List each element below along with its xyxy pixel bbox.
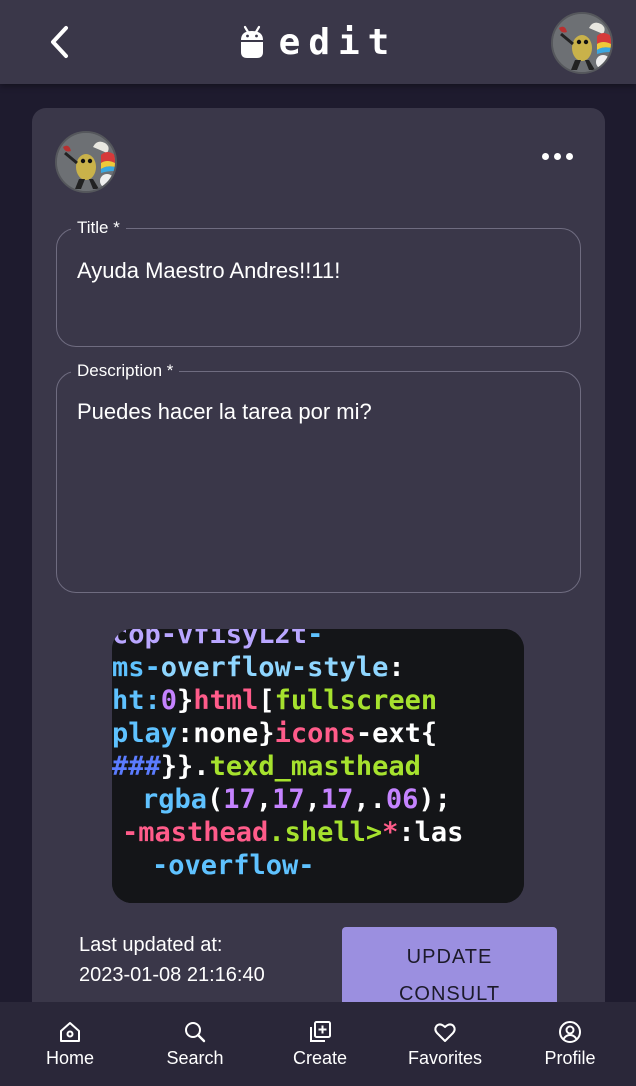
more-horizontal-icon <box>541 152 549 160</box>
search-icon <box>185 1021 206 1042</box>
more-options-button[interactable] <box>535 138 579 174</box>
nav-label-profile: Profile <box>544 1047 596 1068</box>
author-avatar[interactable] <box>55 131 117 193</box>
bottom-navigation: Home Search Create Favorites Profile <box>0 1002 636 1086</box>
nav-label-favorites: Favorites <box>407 1047 483 1068</box>
code-line: cop-vfisyL2t- <box>112 629 323 650</box>
nav-item-favorites[interactable]: Favorites <box>395 1002 495 1086</box>
avatar-image <box>553 14 611 72</box>
code-screenshot-image: cop-vfisyL2t-ms-overflow-style:ht:0}html… <box>112 629 524 903</box>
android-icon <box>240 25 263 58</box>
add-box-icon <box>310 1020 331 1042</box>
description-field-label: Description * <box>71 360 180 382</box>
code-line: ms-overflow-style: <box>112 652 405 683</box>
code-line: ht:0}html[fullscreen <box>112 685 437 716</box>
title-field-label: Title * <box>71 217 126 239</box>
account-circle-icon <box>559 1020 581 1043</box>
code-line: play:none}icons-ext{ <box>112 718 437 749</box>
code-line: rgba(17,17,17,.06); <box>142 784 451 815</box>
title-input[interactable]: Ayuda Maestro Andres!!11! <box>77 257 340 285</box>
avatar-image <box>57 133 115 191</box>
title-field[interactable]: Title * Ayuda Maestro Andres!!11! <box>56 217 581 347</box>
more-horizontal-icon <box>553 152 561 160</box>
home-icon <box>60 1021 80 1042</box>
update-button-line1: UPDATE <box>406 946 493 968</box>
back-button[interactable] <box>40 22 80 62</box>
user-avatar[interactable] <box>551 12 613 74</box>
consult-image: cop-vfisyL2t-ms-overflow-style: ht:0}html… <box>112 629 524 903</box>
page-title: edit <box>278 21 398 63</box>
top-app-bar: edit <box>0 0 636 84</box>
nav-item-search[interactable]: Search <box>145 1002 245 1086</box>
more-horizontal-icon <box>565 152 573 160</box>
nav-label-create: Create <box>292 1047 348 1068</box>
last-updated: Last updated at: 2023-01-08 21:16:40 <box>79 930 265 990</box>
chevron-left-icon <box>51 26 68 58</box>
nav-item-profile[interactable]: Profile <box>520 1002 620 1086</box>
code-line: -overflow- <box>152 850 315 881</box>
nav-label-home: Home <box>45 1047 94 1068</box>
nav-item-home[interactable]: Home <box>20 1002 120 1086</box>
edit-consult-card: Title * Ayuda Maestro Andres!!11! Descri… <box>32 108 605 1068</box>
last-updated-value: 2023-01-08 21:16:40 <box>79 964 265 986</box>
code-line: ###}}.texd_masthead <box>112 751 421 782</box>
code-line: -masthead.shell>*:las <box>122 817 463 848</box>
nav-label-search: Search <box>166 1047 224 1068</box>
description-field[interactable]: Description * Puedes hacer la tarea por … <box>56 360 581 593</box>
description-input[interactable]: Puedes hacer la tarea por mi? <box>77 398 372 426</box>
nav-item-create[interactable]: Create <box>270 1002 370 1086</box>
app-title-group: edit <box>0 0 636 84</box>
heart-icon <box>434 1023 456 1042</box>
last-updated-label: Last updated at: <box>79 934 223 956</box>
